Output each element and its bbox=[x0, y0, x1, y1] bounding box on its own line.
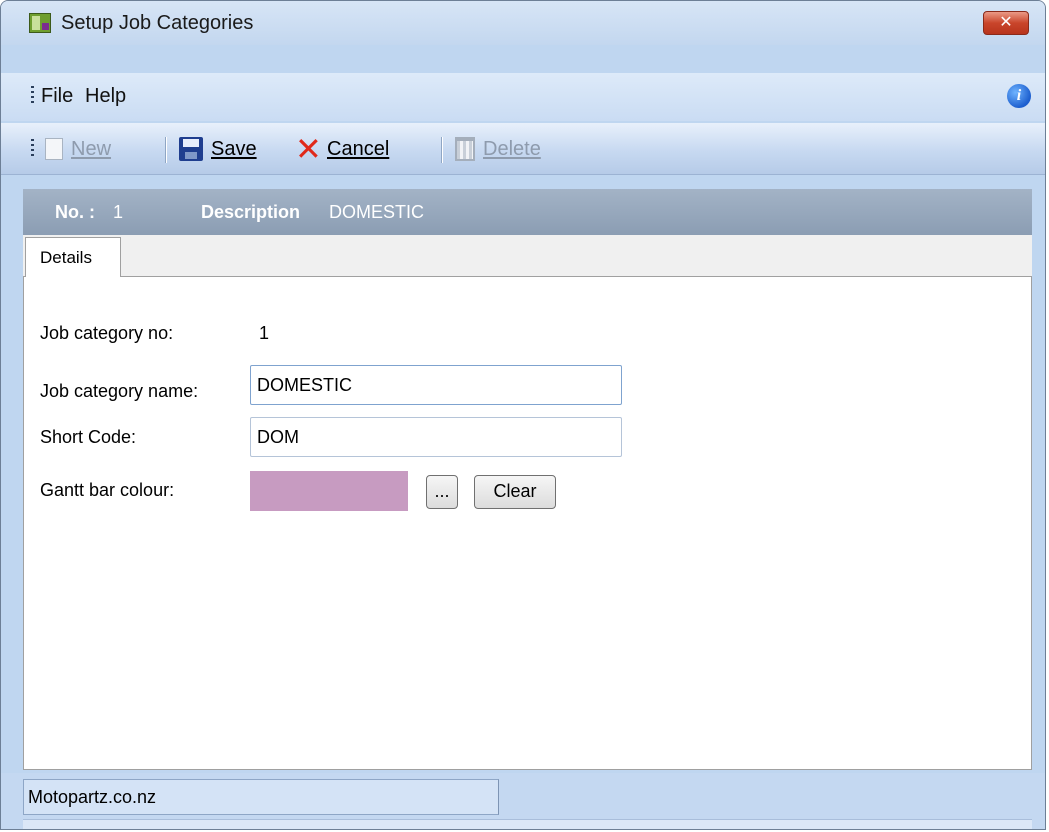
cancel-button-label: Cancel bbox=[327, 137, 390, 160]
browse-colour-button[interactable]: ... bbox=[426, 475, 458, 509]
app-icon bbox=[29, 13, 51, 33]
title-bar: Setup Job Categories ✕ bbox=[1, 1, 1045, 45]
job-category-name-input[interactable] bbox=[250, 365, 622, 405]
toolbar: New Save ✕ Cancel Delete bbox=[1, 123, 1045, 175]
menu-grip-icon[interactable] bbox=[31, 86, 34, 104]
toolbar-grip-icon[interactable] bbox=[31, 139, 34, 157]
tab-details[interactable]: Details bbox=[25, 237, 121, 278]
header-description-label: Description bbox=[201, 202, 301, 222]
menu-file[interactable]: File bbox=[41, 85, 73, 108]
new-document-icon bbox=[45, 138, 63, 160]
delete-button[interactable]: Delete bbox=[455, 135, 541, 163]
setup-job-categories-window: Setup Job Categories ✕ File Help i New S… bbox=[0, 0, 1046, 830]
window-title: Setup Job Categories bbox=[61, 12, 254, 34]
gantt-colour-swatch[interactable] bbox=[250, 471, 408, 511]
delete-button-label: Delete bbox=[483, 137, 541, 160]
header-description-value: DOMESTIC bbox=[329, 202, 425, 222]
toolbar-separator bbox=[165, 137, 166, 163]
gantt-bar-colour-label: Gantt bar colour: bbox=[40, 480, 175, 500]
short-code-label: Short Code: bbox=[40, 427, 137, 447]
job-category-no-value: 1 bbox=[259, 323, 270, 343]
header-no-value: 1 bbox=[113, 202, 124, 222]
cancel-button[interactable]: ✕ Cancel bbox=[295, 131, 390, 167]
job-category-no-label: Job category no: bbox=[40, 323, 174, 343]
details-panel: Job category no: 1 Job category name: Sh… bbox=[23, 277, 1032, 770]
new-button-label: New bbox=[71, 137, 112, 160]
menu-bar: File Help i bbox=[1, 73, 1045, 121]
record-header: No. : 1 Description DOMESTIC bbox=[23, 189, 1032, 235]
trash-can-icon bbox=[455, 137, 475, 161]
new-button[interactable]: New bbox=[41, 135, 111, 163]
toolbar-separator bbox=[441, 137, 442, 163]
job-category-name-label: Job category name: bbox=[40, 381, 199, 401]
red-x-icon: ✕ bbox=[295, 131, 322, 167]
header-no-label: No. : bbox=[55, 202, 95, 222]
tab-strip bbox=[23, 235, 1032, 277]
status-bar-bottom bbox=[23, 819, 1032, 829]
close-button[interactable]: ✕ bbox=[983, 11, 1029, 35]
save-button-label: Save bbox=[211, 137, 257, 160]
status-bar: Motopartz.co.nz bbox=[1, 773, 1045, 829]
short-code-input[interactable] bbox=[250, 417, 622, 457]
status-text: Motopartz.co.nz bbox=[23, 779, 499, 815]
clear-colour-button[interactable]: Clear bbox=[474, 475, 556, 509]
save-button[interactable]: Save bbox=[179, 135, 257, 163]
info-icon[interactable]: i bbox=[1007, 84, 1031, 108]
menu-help[interactable]: Help bbox=[85, 85, 126, 108]
floppy-disk-icon bbox=[179, 137, 203, 161]
